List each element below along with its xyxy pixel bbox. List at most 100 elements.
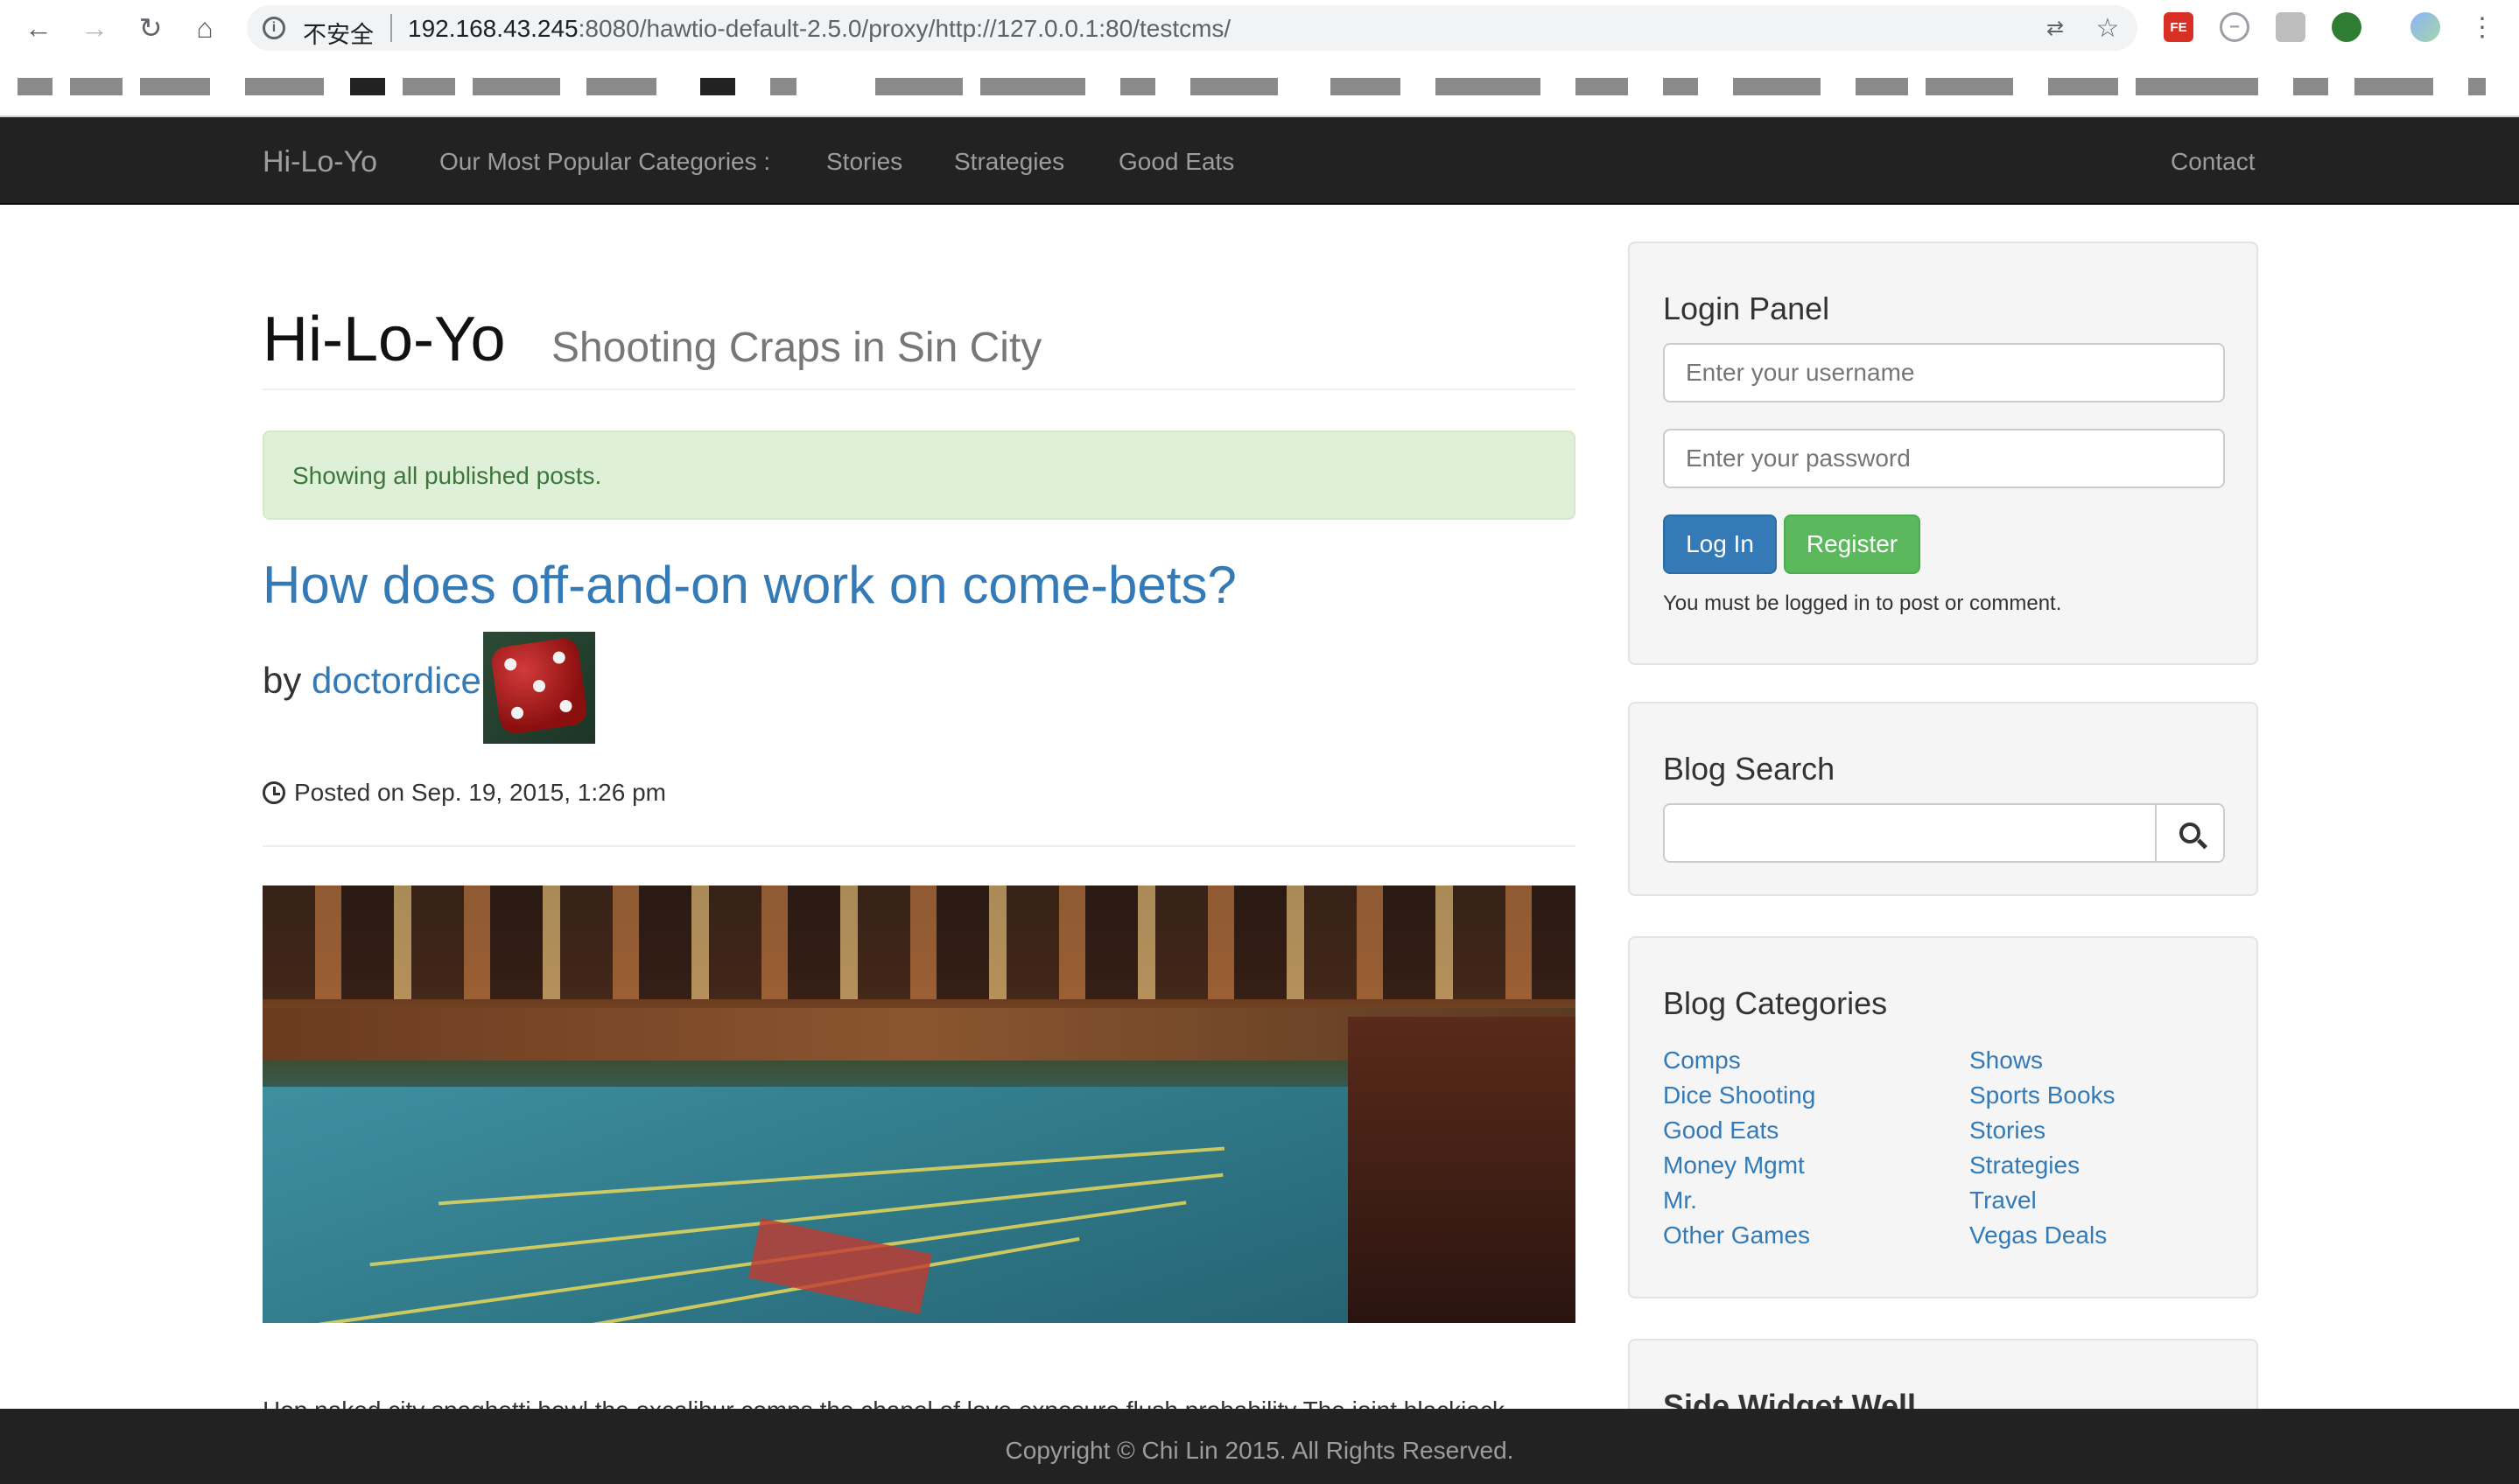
blog-search-panel: Blog Search: [1628, 702, 2258, 896]
dice-icon: [489, 636, 589, 736]
forward-arrow-icon[interactable]: →: [77, 10, 112, 46]
security-label: 不安全: [303, 22, 374, 48]
info-icon[interactable]: i: [263, 17, 285, 39]
site-navbar: Hi-Lo-Yo Our Most Popular Categories : S…: [0, 117, 2519, 205]
browser-toolbar: ← → ↻ ⌂ i 不安全 192.168.43.245:8080/hawtio…: [0, 0, 2519, 56]
bookmark-item[interactable]: [1435, 78, 1540, 95]
block-extension-icon[interactable]: −: [2220, 12, 2249, 42]
bookmark-item[interactable]: [403, 78, 455, 95]
bookmark-item[interactable]: [770, 78, 796, 95]
fe-extension-icon[interactable]: FE: [2164, 12, 2193, 42]
page-title: Hi-Lo-Yo: [263, 304, 506, 374]
blog-categories-panel: Blog Categories Comps Dice Shooting Good…: [1628, 936, 2258, 1298]
bookmark-item[interactable]: [2354, 78, 2433, 95]
bookmark-item[interactable]: [1120, 78, 1155, 95]
category-link[interactable]: Comps: [1663, 1043, 1815, 1078]
published-posts-alert: Showing all published posts.: [263, 430, 1575, 520]
bookmark-item[interactable]: [875, 78, 963, 95]
bookmark-item[interactable]: [1575, 78, 1628, 95]
bookmark-item[interactable]: [2293, 78, 2328, 95]
post-date: Posted on Sep. 19, 2015, 1:26 pm: [263, 779, 666, 807]
nav-contact[interactable]: Contact: [2171, 148, 2256, 176]
post-excerpt: Hop naked city spaghetti bowl the excali…: [263, 1396, 1505, 1409]
category-link[interactable]: Stories: [1969, 1113, 2116, 1148]
bookmark-item[interactable]: [2468, 78, 2486, 95]
bookmark-item[interactable]: [473, 78, 560, 95]
author-avatar-dice: [483, 632, 595, 744]
bookmarks-bar: [0, 56, 2519, 117]
address-bar[interactable]: i 不安全 192.168.43.245:8080/hawtio-default…: [247, 5, 2137, 51]
bookmark-item[interactable]: [1330, 78, 1400, 95]
side-widget-heading: Side Widget Well: [1663, 1388, 1917, 1409]
divider: [263, 845, 1575, 847]
category-link[interactable]: Strategies: [1969, 1148, 2116, 1183]
password-input[interactable]: [1663, 429, 2225, 488]
category-link[interactable]: Dice Shooting: [1663, 1078, 1815, 1113]
reload-icon[interactable]: ↻: [133, 10, 168, 46]
blog-search-heading: Blog Search: [1663, 751, 1835, 787]
url-text[interactable]: 192.168.43.245:8080/hawtio-default-2.5.0…: [408, 15, 1231, 43]
bookmark-item[interactable]: [2048, 78, 2118, 95]
category-link[interactable]: Sports Books: [1969, 1078, 2116, 1113]
browser-menu-icon[interactable]: ⋮: [2465, 10, 2500, 46]
site-footer: Copyright © Chi Lin 2015. All Rights Res…: [0, 1409, 2519, 1484]
bookmark-item[interactable]: [245, 78, 324, 95]
bookmark-item[interactable]: [1733, 78, 1821, 95]
url-path: :8080/hawtio-default-2.5.0/proxy/http://…: [578, 15, 1231, 42]
post-byline: by doctordice: [263, 660, 481, 702]
translate-icon[interactable]: ⇄: [2041, 14, 2069, 42]
page-header: Hi-Lo-Yo Shooting Craps in Sin City: [263, 308, 1575, 390]
home-icon[interactable]: ⌂: [187, 10, 222, 46]
login-panel-heading: Login Panel: [1663, 290, 1830, 326]
login-button[interactable]: Log In: [1663, 514, 1777, 574]
bookmark-item[interactable]: [586, 78, 656, 95]
category-link[interactable]: Good Eats: [1663, 1113, 1815, 1148]
bookmark-item[interactable]: [1190, 78, 1278, 95]
address-divider: [390, 14, 392, 42]
nav-popular-categories[interactable]: Our Most Popular Categories :: [439, 148, 770, 176]
categories-left-column: Comps Dice Shooting Good Eats Money Mgmt…: [1663, 1043, 1815, 1253]
bookmark-item[interactable]: [18, 78, 53, 95]
bookmark-item[interactable]: [980, 78, 1085, 95]
category-link[interactable]: Shows: [1969, 1043, 2116, 1078]
username-input[interactable]: [1663, 343, 2225, 402]
navbar-brand[interactable]: Hi-Lo-Yo: [263, 145, 377, 179]
bookmark-star-icon[interactable]: ☆: [2094, 14, 2122, 43]
url-host: 192.168.43.245: [408, 15, 579, 42]
category-link[interactable]: Money Mgmt: [1663, 1148, 1815, 1183]
category-link[interactable]: Other Games: [1663, 1218, 1815, 1253]
search-button[interactable]: [2155, 805, 2223, 861]
bookmark-item[interactable]: [1926, 78, 2013, 95]
nav-good-eats[interactable]: Good Eats: [1119, 148, 1234, 176]
blog-categories-heading: Blog Categories: [1663, 985, 1888, 1021]
search-icon: [2179, 822, 2200, 844]
login-note: You must be logged in to post or comment…: [1663, 592, 2062, 615]
bookmark-item[interactable]: [700, 78, 735, 95]
back-arrow-icon[interactable]: ←: [21, 10, 56, 46]
shield-extension-icon[interactable]: [2276, 12, 2305, 42]
category-link[interactable]: Travel: [1969, 1183, 2116, 1218]
register-button[interactable]: Register: [1784, 514, 1920, 574]
bookmark-item[interactable]: [2136, 78, 2258, 95]
bookmark-item[interactable]: [140, 78, 210, 95]
page-subtitle: Shooting Craps in Sin City: [551, 325, 1042, 371]
search-input-group: [1663, 803, 2225, 863]
category-link[interactable]: Mr.: [1663, 1183, 1815, 1218]
bookmark-item[interactable]: [1663, 78, 1698, 95]
author-link[interactable]: doctordice: [312, 660, 481, 701]
bookmark-item[interactable]: [350, 78, 385, 95]
profile-avatar-icon[interactable]: [2410, 12, 2440, 42]
category-link[interactable]: Vegas Deals: [1969, 1218, 2116, 1253]
login-panel: Login Panel Log In Register You must be …: [1628, 242, 2258, 665]
categories-right-column: Shows Sports Books Stories Strategies Tr…: [1969, 1043, 2116, 1253]
side-widget-panel: Side Widget Well: [1628, 1339, 2258, 1409]
green-extension-icon[interactable]: [2332, 12, 2361, 42]
clock-icon: [263, 781, 285, 804]
bookmark-item[interactable]: [1856, 78, 1908, 95]
post-title-link[interactable]: How does off-and-on work on come-bets?: [263, 555, 1237, 615]
search-input[interactable]: [1665, 805, 2155, 861]
nav-stories[interactable]: Stories: [826, 148, 902, 176]
nav-strategies[interactable]: Strategies: [954, 148, 1064, 176]
page-content: Hi-Lo-Yo Shooting Craps in Sin City Show…: [0, 206, 2519, 1409]
bookmark-item[interactable]: [70, 78, 123, 95]
